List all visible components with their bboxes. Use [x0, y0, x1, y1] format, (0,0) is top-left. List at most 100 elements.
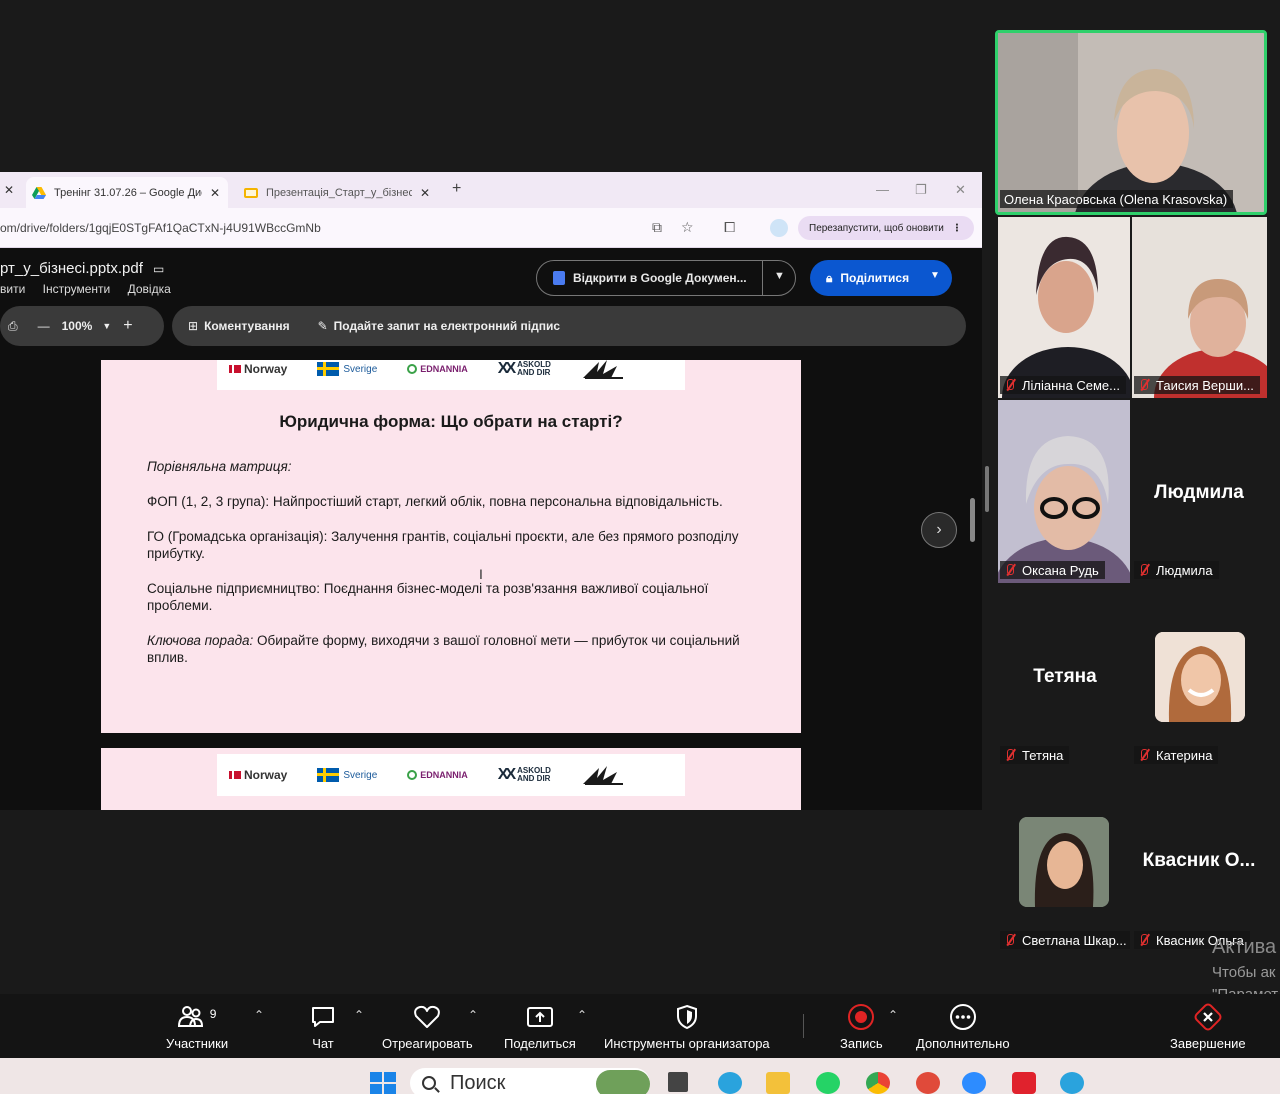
participant-name-text: Ліліанна Семе...	[1022, 377, 1120, 393]
actions-group: ⊞ Коментування ✎ Подайте запит на електр…	[172, 306, 966, 346]
menu-item-help[interactable]: Довідка	[128, 282, 171, 296]
slide-point-social: Соціальне підприємництво: Поєднання бізн…	[147, 581, 709, 613]
more-button[interactable]: Дополнительно	[916, 1002, 1010, 1051]
participant-name: Ліліанна Семе...	[1000, 376, 1126, 394]
esign-button[interactable]: Подайте запит на електронний підпис	[334, 319, 560, 333]
video-tile[interactable]: Квасник О... Квасник Ольга	[1132, 770, 1267, 953]
participant-display-name: Квасник О...	[1142, 850, 1256, 871]
video-tile[interactable]: Людмила Людмила	[1132, 400, 1267, 583]
print-icon[interactable]: ⎙	[8, 319, 18, 334]
chevron-down-icon[interactable]: ▼	[930, 270, 940, 281]
wps-office-icon[interactable]	[1012, 1072, 1036, 1094]
window-close-icon[interactable]: ✕	[955, 182, 966, 198]
react-button[interactable]: Отреагировать	[382, 1002, 473, 1051]
chevron-right-icon: ›	[936, 521, 942, 538]
install-app-icon[interactable]: ⧉	[652, 219, 662, 236]
chevron-up-icon[interactable]: ⌃	[354, 1008, 364, 1022]
video-tile-active-speaker[interactable]: Олена Красовська (Olena Krasovska)	[995, 30, 1267, 215]
whatsapp-icon[interactable]	[816, 1072, 840, 1094]
bookmark-star-icon[interactable]: ☆	[681, 219, 694, 236]
menu-item[interactable]: вити	[0, 282, 25, 296]
sweden-logo-text: Sverige	[343, 363, 378, 375]
zoom-icon[interactable]	[962, 1072, 986, 1094]
video-tile[interactable]: Таисия Верши...	[1132, 217, 1267, 398]
mic-muted-icon	[1004, 748, 1016, 762]
chevron-up-icon[interactable]: ⌃	[577, 1008, 587, 1022]
file-explorer-icon[interactable]	[766, 1072, 790, 1094]
chevron-up-icon[interactable]: ⌃	[254, 1008, 264, 1022]
taskbar-search[interactable]: Поиск	[410, 1068, 650, 1094]
video-tile[interactable]: Ліліанна Семе...	[998, 217, 1130, 398]
share-label: Поділитися	[840, 271, 910, 285]
tab-label: Тренінг 31.07.26 – Google Дис	[54, 186, 202, 199]
share-screen-button[interactable]: Поделиться	[504, 1002, 576, 1051]
record-icon	[847, 1002, 875, 1032]
windows-start-icon[interactable]	[370, 1072, 396, 1094]
video-tile[interactable]: Тетяна Тетяна	[998, 585, 1130, 768]
next-page-button[interactable]: ›	[921, 512, 957, 548]
scrollbar[interactable]	[970, 498, 975, 542]
mic-muted-icon	[1138, 378, 1150, 392]
zoom-out-icon[interactable]: —	[38, 319, 50, 333]
restart-to-update-button[interactable]: Перезапустити, щоб оновити ⋮	[798, 216, 974, 240]
chevron-down-icon[interactable]: ▼	[102, 321, 111, 331]
menu-item-tools[interactable]: Інструменти	[43, 282, 111, 296]
video-tile[interactable]: Катерина	[1132, 585, 1267, 768]
tab-close-icon[interactable]: ✕	[210, 186, 220, 200]
video-tile[interactable]: Оксана Рудь	[998, 400, 1130, 583]
telegram-icon[interactable]	[1060, 1072, 1084, 1094]
video-tile[interactable]: Светлана Шкар...	[998, 770, 1130, 953]
telegram-icon[interactable]	[718, 1072, 742, 1094]
update-label: Перезапустити, щоб оновити	[809, 222, 944, 234]
divider	[803, 1014, 804, 1038]
slide-page: Norway Sverige EDNANNIA XX ASKOLD AND DIR…	[101, 360, 801, 733]
extensions-icon[interactable]: ⧠	[724, 219, 735, 236]
chevron-up-icon[interactable]: ⌃	[888, 1008, 898, 1022]
chrome-icon[interactable]	[866, 1072, 890, 1094]
ednannia-logo: EDNANNIA	[407, 770, 468, 780]
open-in-docs-button[interactable]: Відкрити в Google Докумен... ▼	[536, 260, 796, 296]
close-icon[interactable]: ✕	[4, 183, 14, 197]
profile-avatar[interactable]	[770, 219, 788, 237]
chevron-up-icon[interactable]: ⌃	[468, 1008, 478, 1022]
ednannia-logo-text: EDNANNIA	[420, 770, 468, 780]
participants-label: Участники	[166, 1036, 229, 1051]
folder-icon[interactable]: ▭	[153, 262, 164, 276]
new-tab-icon[interactable]: +	[452, 180, 461, 198]
chevron-down-icon[interactable]: ▼	[774, 270, 785, 282]
tab-close-icon[interactable]: ✕	[420, 186, 430, 200]
end-meeting-button[interactable]: Завершение	[1170, 1002, 1246, 1051]
minimize-icon[interactable]: —	[876, 182, 889, 197]
slide-tip: Ключова порада: Обирайте форму, виходячи…	[147, 632, 767, 666]
host-tools-button[interactable]: Инструменты организатора	[604, 1002, 770, 1051]
askold-logo: XX ASKOLD AND DIR	[497, 360, 551, 377]
participant-name-text: Людмила	[1156, 562, 1213, 578]
task-view-icon[interactable]	[668, 1072, 688, 1092]
participant-name-text: Тетяна	[1022, 747, 1064, 763]
tab-presentation[interactable]: Презентація_Старт_у_бізнесі.p ✕	[232, 177, 442, 208]
url-text[interactable]: om/drive/folders/1gqjE0STgFAf1QaCTxN-j4U…	[0, 221, 321, 235]
tab-drive[interactable]: Тренінг 31.07.26 – Google Дис ✕	[26, 177, 228, 208]
share-button[interactable]: 🔒︎ Поділитися ▼	[810, 260, 952, 296]
comment-button[interactable]: Коментування	[204, 319, 290, 333]
bird-logo-icon	[581, 360, 627, 380]
comment-icon[interactable]: ⊞	[188, 319, 198, 333]
text-cursor-icon: I	[479, 566, 483, 582]
signature-icon[interactable]: ✎	[318, 319, 328, 333]
zoom-in-icon[interactable]: +	[123, 317, 132, 335]
chat-button[interactable]: Чат	[310, 1002, 336, 1051]
search-icon	[422, 1076, 436, 1090]
record-button[interactable]: Запись	[840, 1002, 883, 1051]
restore-icon[interactable]: ❐	[915, 182, 927, 198]
end-meeting-label: Завершение	[1170, 1036, 1246, 1051]
app-icon[interactable]	[916, 1072, 940, 1094]
host-tools-label: Инструменты организатора	[604, 1036, 770, 1051]
slide-title: Юридична форма: Що обрати на старті?	[279, 412, 623, 431]
splitter-handle[interactable]	[985, 466, 989, 512]
zoom-level[interactable]: 100%	[62, 319, 93, 333]
participants-button[interactable]: 9 Участники	[166, 1002, 228, 1051]
viewer-menu: вити Інструменти Довідка	[0, 282, 185, 296]
divider	[762, 261, 763, 295]
windows-taskbar: Поиск	[0, 1058, 1280, 1094]
drive-pdf-viewer: рт_у_бізнесі.pptx.pdf ▭ вити Інструменти…	[0, 248, 982, 810]
